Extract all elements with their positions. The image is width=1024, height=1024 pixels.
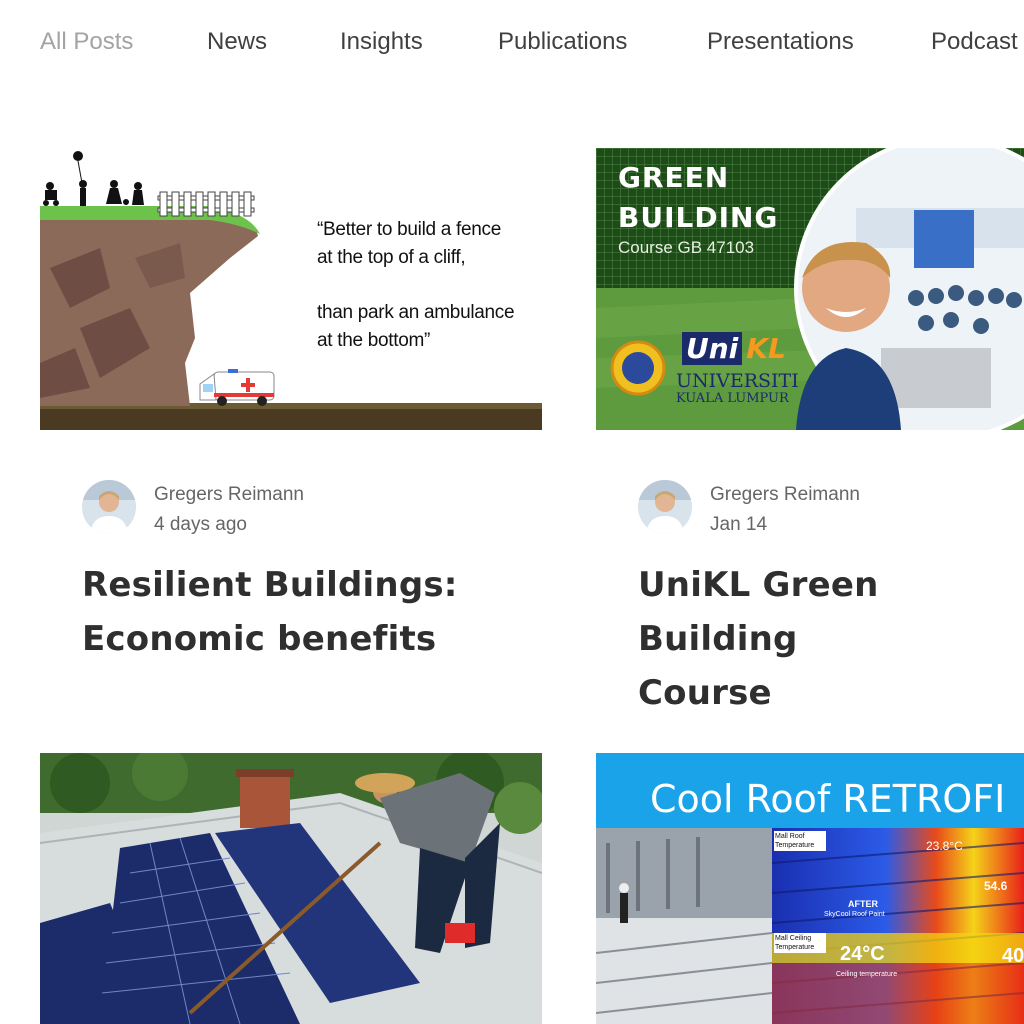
post-date: 4 days ago — [154, 514, 247, 535]
paint-label: SkyCool Roof Paint — [824, 911, 885, 918]
post-card-cool-roof[interactable]: Cool Roof RETROFI Mall Roof Temperature … — [596, 753, 1024, 1024]
temp-right-bottom: 40 — [1002, 945, 1024, 967]
nav-podcast[interactable]: Podcast — [931, 28, 1018, 56]
nav-presentations[interactable]: Presentations — [707, 28, 854, 56]
label-roof-temperature: Mall Roof Temperature — [774, 831, 826, 851]
temp-right-top: 54.6 — [984, 879, 1008, 893]
unikl-logo: Uni KL — [682, 332, 786, 365]
author-row: Gregers Reimann Jan 14 — [638, 480, 938, 540]
solar-panel-cleaning-icon — [40, 753, 542, 1024]
nav-insights[interactable]: Insights — [340, 28, 423, 56]
post-card-solar-roof[interactable] — [40, 753, 542, 1024]
avatar[interactable] — [638, 480, 692, 534]
label-ceiling-temperature: Mall Ceiling Temperature — [774, 933, 826, 953]
author-name[interactable]: Gregers Reimann — [154, 484, 304, 506]
cover-heading: GREEN BUILDING — [618, 161, 779, 234]
category-nav: All Posts News Insights Publications Pre… — [0, 0, 1024, 92]
temp-ceiling-value: 24°C — [840, 943, 885, 965]
cover-heading: Cool Roof RETROFI — [650, 777, 1006, 821]
post-card-resilient-buildings[interactable]: “Better to build a fence at the top of a… — [40, 148, 542, 668]
nav-news[interactable]: News — [207, 28, 267, 56]
author-row: Gregers Reimann 4 days ago — [82, 480, 382, 540]
author-name[interactable]: Gregers Reimann — [710, 484, 860, 506]
post-cover-image[interactable]: Cool Roof RETROFI Mall Roof Temperature … — [596, 753, 1024, 1024]
post-cover-image[interactable]: GREEN BUILDING Course GB 47103 Uni KL UNI… — [596, 148, 1024, 430]
after-label: AFTER — [848, 899, 878, 909]
author-photo-icon — [82, 480, 136, 534]
nav-all-posts[interactable]: All Posts — [40, 28, 133, 56]
post-title[interactable]: Resilient Buildings: Economic benefits — [82, 558, 522, 666]
nav-publications[interactable]: Publications — [498, 28, 627, 56]
temp-roof-value: 23.8°C — [926, 839, 963, 853]
ambulance-icon — [199, 369, 275, 406]
post-card-unikl-course[interactable]: GREEN BUILDING Course GB 47103 Uni KL UNI… — [596, 148, 1024, 713]
post-cover-image[interactable]: “Better to build a fence at the top of a… — [40, 148, 542, 430]
post-cover-image[interactable] — [40, 753, 542, 1024]
university-name: UNIVERSITI KUALA LUMPUR — [676, 370, 799, 407]
avatar[interactable] — [82, 480, 136, 534]
author-photo-icon — [638, 480, 692, 534]
cover-quote: “Better to build a fence at the top of a… — [317, 219, 515, 351]
post-title[interactable]: UniKL Green Building Course — [638, 558, 1024, 720]
cover-course-code: Course GB 47103 — [618, 238, 755, 257]
ceiling-label: Ceiling temperature — [836, 971, 898, 978]
post-date: Jan 14 — [710, 514, 768, 535]
